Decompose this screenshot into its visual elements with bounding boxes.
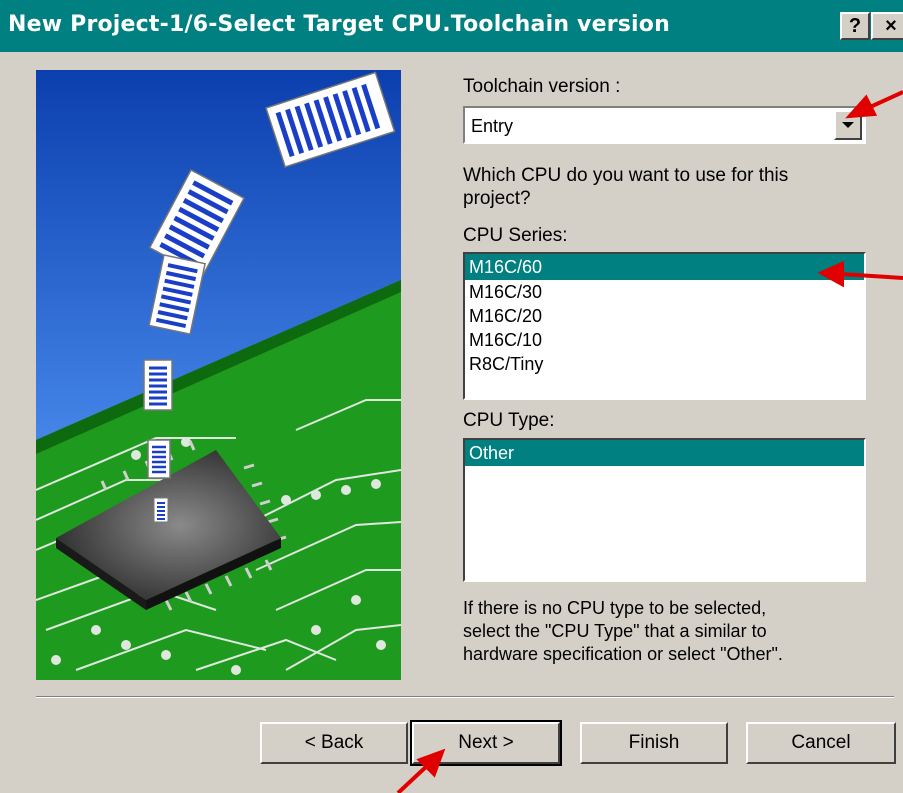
toolchain-version-value: Entry	[471, 116, 514, 136]
next-button[interactable]: Next >	[410, 720, 562, 766]
cpu-question-line2: project?	[463, 188, 531, 209]
cpu-type-list[interactable]: Other	[463, 438, 866, 582]
cpu-type-hint: If there is no CPU type to be selected, …	[463, 597, 883, 666]
toolchain-version-label: Toolchain version :	[463, 76, 621, 97]
cpu-series-label: CPU Series:	[463, 225, 568, 246]
finish-button[interactable]: Finish	[580, 722, 728, 764]
dropdown-button[interactable]	[834, 110, 862, 140]
title-bar: New Project-1/6-Select Target CPU.Toolch…	[0, 0, 903, 52]
help-button[interactable]: ?	[840, 12, 870, 40]
cpu-series-list[interactable]: M16C/60 M16C/30 M16C/20 M16C/10 R8C/Tiny	[463, 252, 866, 400]
chevron-down-icon	[842, 122, 854, 128]
separator-highlight	[36, 697, 894, 698]
window-title: New Project-1/6-Select Target CPU.Toolch…	[8, 12, 670, 37]
toolchain-version-select[interactable]: Entry	[463, 106, 866, 144]
arrow-line	[867, 90, 903, 110]
cancel-button[interactable]: Cancel	[746, 722, 896, 764]
hint-line: If there is no CPU type to be selected,	[463, 598, 767, 618]
wizard-illustration	[36, 70, 401, 680]
cpu-series-item[interactable]: M16C/30	[465, 280, 864, 304]
hint-line: select the "CPU Type" that a similar to	[463, 621, 767, 641]
cpu-question-line1: Which CPU do you want to use for this	[463, 165, 789, 186]
close-button[interactable]: ×	[871, 12, 903, 40]
cpu-series-item[interactable]: M16C/60	[465, 254, 864, 280]
new-project-dialog: New Project-1/6-Select Target CPU.Toolch…	[0, 0, 903, 793]
cpu-type-item[interactable]: Other	[465, 440, 864, 466]
cpu-series-item[interactable]: M16C/10	[465, 328, 864, 352]
cpu-type-label: CPU Type:	[463, 410, 555, 431]
back-button[interactable]: < Back	[260, 722, 408, 764]
cpu-series-item[interactable]: M16C/20	[465, 304, 864, 328]
cpu-series-item[interactable]: R8C/Tiny	[465, 352, 864, 376]
hint-line: hardware specification or select "Other"…	[463, 644, 783, 664]
